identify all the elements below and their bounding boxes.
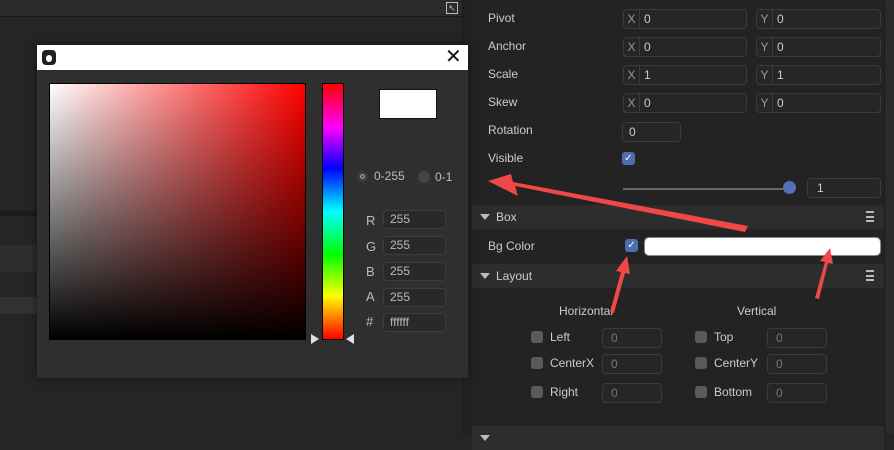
arrow-annotation [610, 256, 630, 313]
annotation-arrows [488, 174, 833, 313]
collapse-triangle-icon [480, 435, 490, 441]
arrow-annotation [815, 248, 833, 299]
arrow-annotation [488, 174, 748, 232]
